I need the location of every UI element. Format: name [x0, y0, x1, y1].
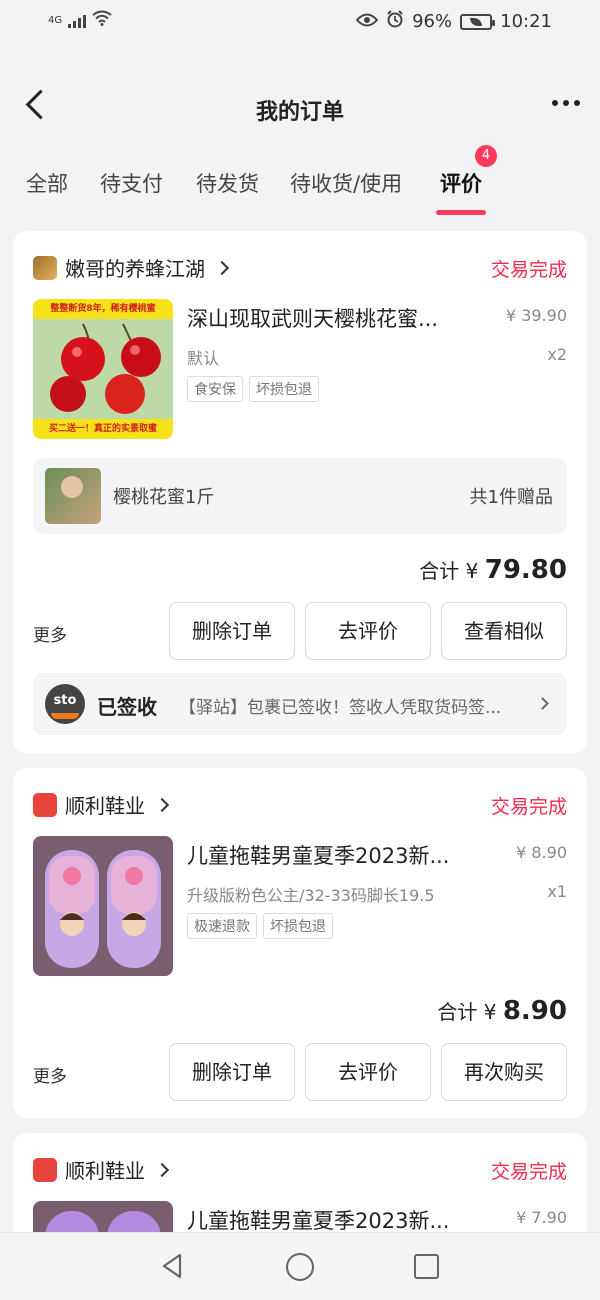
buy-again-button[interactable]: 再次购买 — [441, 1043, 567, 1101]
tag: 食安保 — [187, 376, 243, 402]
shop-logo-icon — [33, 792, 57, 817]
order-total: 合计 ¥ 8.90 — [437, 996, 567, 1026]
total-amount: 79.80 — [484, 555, 567, 585]
gift-name: 樱桃花蜜1斤 — [113, 487, 215, 508]
shop-link[interactable]: 顺利鞋业 — [33, 1155, 170, 1184]
shop-link[interactable]: 顺利鞋业 — [33, 790, 170, 819]
more-options-icon[interactable] — [552, 100, 580, 106]
view-similar-button[interactable]: 查看相似 — [441, 602, 567, 660]
thumb-bottom-banner: 买二送一！真正的实景取蜜 — [33, 419, 173, 439]
battery-percent: 96% — [412, 11, 453, 32]
alarm-icon — [386, 10, 404, 33]
logistics-text: 【驿站】包裹已签收！签收人凭取货码签... — [179, 698, 502, 718]
clock: 10:21 — [500, 11, 552, 32]
shop-name: 嫩哥的养蜂江湖 — [65, 257, 205, 281]
product-spec: 升级版粉色公主/32-33码脚长19.5 — [187, 886, 435, 905]
logistics-row[interactable]: sto 已签收 【驿站】包裹已签收！签收人凭取货码签... — [33, 673, 567, 735]
order-tabs: 全部 待支付 待发货 待收货/使用 评价 — [0, 160, 600, 220]
total-label: 合计 ¥ — [437, 1000, 497, 1024]
wifi-icon — [92, 10, 112, 30]
signal-icon — [68, 12, 87, 28]
chevron-right-icon — [154, 1162, 170, 1177]
shop-logo-icon — [33, 255, 57, 280]
nav-back-icon[interactable] — [158, 1251, 188, 1281]
shop-name: 顺利鞋业 — [65, 1159, 145, 1183]
order-card: 顺利鞋业 交易完成 儿童拖鞋男童夏季2023新... ¥ 8.90 升级版粉色公… — [13, 768, 587, 1118]
product-title[interactable]: 深山现取武则天樱桃花蜜... — [187, 303, 487, 333]
tab-review[interactable]: 评价 — [440, 168, 482, 198]
gift-row[interactable]: 樱桃花蜜1斤 共1件赠品 — [33, 458, 567, 534]
tab-pending-shipment[interactable]: 待发货 — [196, 168, 259, 198]
product-tags: 极速退款 坏损包退 — [187, 913, 333, 939]
product-qty: x2 — [547, 345, 567, 364]
eye-icon — [355, 11, 379, 32]
shop-logo-icon — [33, 1157, 57, 1182]
product-tags: 食安保 坏损包退 — [187, 376, 319, 402]
order-status: 交易完成 — [490, 259, 567, 281]
tag: 坏损包退 — [249, 376, 319, 402]
total-amount: 8.90 — [502, 996, 567, 1026]
review-count-badge: 4 — [475, 145, 497, 167]
review-button[interactable]: 去评价 — [305, 602, 431, 660]
nav-home-icon[interactable] — [286, 1253, 314, 1281]
order-status: 交易完成 — [490, 796, 567, 818]
system-nav-bar — [0, 1232, 600, 1300]
slippers-image — [33, 836, 173, 976]
thumb-top-banner: 整整断货8年，稀有樱桃蜜 — [33, 299, 173, 319]
product-spec: 默认 — [187, 349, 220, 368]
logistics-status: 已签收 — [97, 695, 157, 719]
more-actions-link[interactable]: 更多 — [33, 621, 67, 646]
chevron-right-icon — [214, 260, 230, 275]
review-button[interactable]: 去评价 — [305, 1043, 431, 1101]
gift-thumbnail — [45, 468, 101, 524]
product-thumbnail[interactable] — [33, 836, 173, 976]
active-tab-indicator — [436, 210, 486, 215]
nav-recent-apps-icon[interactable] — [414, 1254, 439, 1279]
product-title[interactable]: 儿童拖鞋男童夏季2023新... — [187, 1205, 487, 1235]
app-header: 我的订单 — [0, 70, 600, 140]
product-thumbnail[interactable]: 整整断货8年，稀有樱桃蜜 买二送一！真正的实景取蜜 — [33, 299, 173, 439]
order-total: 合计 ¥ 79.80 — [419, 555, 567, 585]
tab-pending-payment[interactable]: 待支付 — [100, 168, 163, 198]
order-status: 交易完成 — [490, 1161, 567, 1183]
product-qty: x1 — [547, 882, 567, 901]
product-title[interactable]: 儿童拖鞋男童夏季2023新... — [187, 840, 487, 870]
tag: 极速退款 — [187, 913, 257, 939]
network-label: 4G — [48, 14, 63, 26]
shop-name: 顺利鞋业 — [65, 794, 145, 818]
product-price: ¥ 7.90 — [516, 1208, 567, 1227]
cherries-image — [33, 319, 173, 419]
total-label: 合计 ¥ — [419, 559, 479, 583]
tab-all[interactable]: 全部 — [26, 168, 68, 198]
delete-order-button[interactable]: 删除订单 — [169, 1043, 295, 1101]
more-actions-link[interactable]: 更多 — [33, 1062, 67, 1087]
product-price: ¥ 8.90 — [516, 843, 567, 862]
tab-pending-receipt[interactable]: 待收货/使用 — [290, 168, 402, 198]
shop-link[interactable]: 嫩哥的养蜂江湖 — [33, 253, 230, 282]
product-price: ¥ 39.90 — [505, 306, 567, 325]
delete-order-button[interactable]: 删除订单 — [169, 602, 295, 660]
status-bar: 4G 96% 10:21 — [0, 0, 600, 44]
chevron-right-icon — [154, 797, 170, 812]
sto-logo-icon: sto — [45, 684, 85, 724]
status-right: 96% 10:21 — [355, 10, 552, 33]
order-card: 嫩哥的养蜂江湖 交易完成 整整断货8年，稀有樱桃蜜 买二送一！真正的实景取蜜 深… — [13, 231, 587, 754]
gift-count: 共1件赠品 — [469, 487, 553, 508]
battery-icon — [460, 13, 496, 30]
tag: 坏损包退 — [263, 913, 333, 939]
page-title: 我的订单 — [255, 100, 344, 125]
status-left: 4G — [48, 10, 112, 30]
